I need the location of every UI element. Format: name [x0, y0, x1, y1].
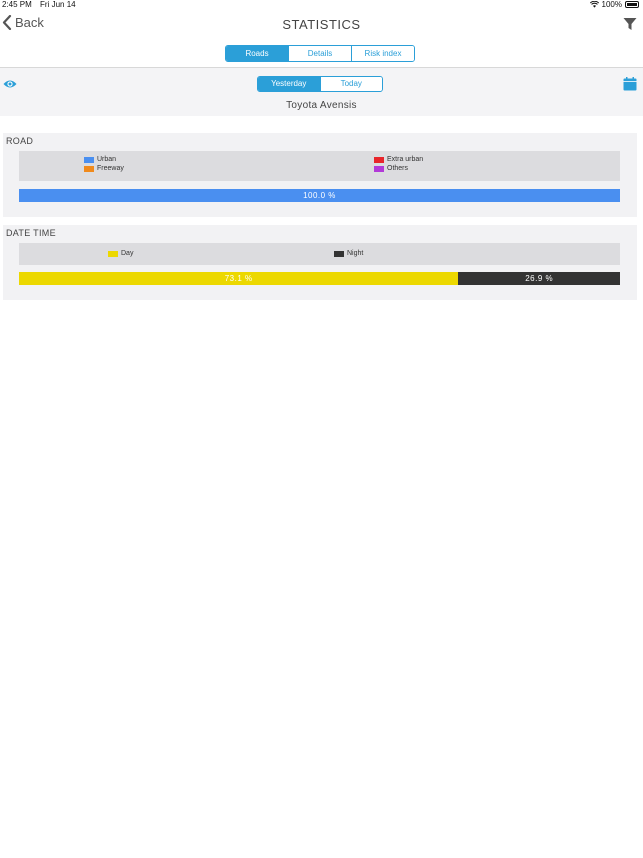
status-right: 100%	[589, 0, 639, 9]
date-time-legend: Day Night	[19, 243, 620, 265]
tab-details[interactable]: Details	[288, 46, 351, 61]
status-bar: 2:45 PM Fri Jun 14 100%	[0, 0, 643, 10]
legend-item-freeway: Freeway	[84, 165, 124, 172]
filter-icon[interactable]	[623, 17, 637, 31]
date-time-panel: DATE TIME Day Night 73.1 % 26.9 %	[3, 225, 637, 300]
legend-label: Others	[387, 165, 409, 172]
date-time-bar-night: 26.9 %	[458, 272, 620, 285]
tab-yesterday[interactable]: Yesterday	[258, 77, 320, 91]
road-bar-urban: 100.0 %	[19, 189, 620, 202]
legend-label: Extra urban	[387, 156, 424, 163]
period-tabs: Yesterday Today	[257, 76, 383, 92]
legend-label: Freeway	[97, 165, 124, 172]
tab-today[interactable]: Today	[319, 77, 382, 91]
period-header: Yesterday Today Toyota Avensis	[0, 68, 643, 116]
calendar-icon[interactable]	[623, 77, 637, 91]
road-panel: ROAD Urban Extra urban Freeway Others 10…	[3, 133, 637, 217]
eye-icon[interactable]	[3, 78, 17, 90]
nav-bar: Back STATISTICS	[0, 10, 643, 40]
legend-swatch	[108, 250, 118, 257]
battery-percent: 100%	[601, 0, 622, 9]
legend-item-day: Day	[108, 250, 133, 257]
date-time-bar: 73.1 % 26.9 %	[19, 272, 620, 285]
legend-item-extra-urban: Extra urban	[374, 156, 423, 163]
legend-item-night: Night	[334, 250, 363, 257]
battery-icon	[625, 1, 639, 8]
panel-title-date-time: DATE TIME	[6, 228, 56, 238]
legend-item-urban: Urban	[84, 156, 116, 163]
status-left: 2:45 PM Fri Jun 14	[2, 0, 76, 9]
status-date: Fri Jun 14	[40, 0, 76, 9]
vehicle-name: Toyota Avensis	[286, 100, 357, 111]
tab-risk-index[interactable]: Risk index	[351, 46, 414, 61]
legend-swatch	[84, 165, 94, 172]
date-time-bar-day: 73.1 %	[19, 272, 459, 285]
tab-roads[interactable]: Roads	[226, 46, 288, 61]
panel-title-road: ROAD	[6, 136, 34, 146]
wifi-icon	[589, 1, 599, 8]
legend-label: Night	[347, 250, 364, 257]
status-time: 2:45 PM	[2, 0, 32, 9]
legend-item-others: Others	[374, 165, 408, 172]
page-title: STATISTICS	[282, 17, 361, 32]
legend-swatch	[374, 165, 384, 172]
road-legend: Urban Extra urban Freeway Others	[19, 151, 620, 181]
legend-label: Urban	[97, 156, 117, 163]
legend-label: Day	[121, 250, 134, 257]
legend-swatch	[334, 250, 344, 257]
stats-tabs: Roads Details Risk index	[225, 45, 415, 62]
road-bar: 100.0 %	[19, 189, 620, 202]
legend-swatch	[374, 156, 384, 163]
legend-swatch	[84, 156, 94, 163]
